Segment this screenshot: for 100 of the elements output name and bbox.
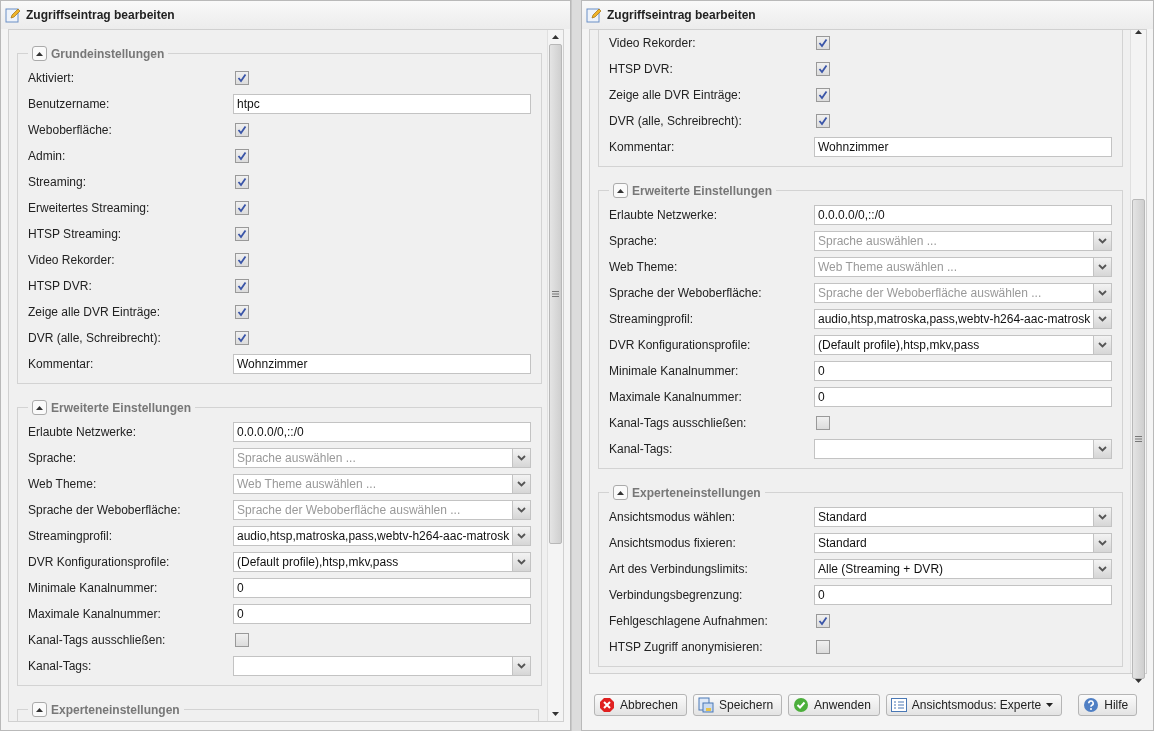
checkbox[interactable] [235, 331, 249, 345]
text-field[interactable]: 0 [814, 585, 1112, 605]
chevron-down-icon [1098, 264, 1107, 270]
field-label: Kanal-Tags: [609, 442, 674, 456]
checkbox[interactable] [235, 201, 249, 215]
scroll-thumb[interactable] [1132, 199, 1145, 679]
dropdown-field[interactable] [814, 439, 1112, 459]
field-label: Weboberfläche: [28, 123, 113, 137]
toolbar-button[interactable]: Hilfe [1078, 694, 1138, 716]
field-label: Kanal-Tags ausschließen: [28, 633, 167, 647]
checkbox[interactable] [235, 71, 249, 85]
dropdown-field[interactable]: (Default profile),htsp,mkv,pass [233, 552, 531, 572]
field-label: Zeige alle DVR Einträge: [609, 88, 743, 102]
checkbox[interactable] [816, 614, 830, 628]
checkbox[interactable] [235, 123, 249, 137]
checkbox[interactable] [816, 416, 830, 430]
field-label: Fehlgeschlagene Aufnahmen: [609, 614, 769, 628]
field-label: Sprache: [28, 451, 78, 465]
toolbar-button[interactable]: Abbrechen [594, 694, 688, 716]
chevron-down-icon [517, 455, 526, 461]
field-label: Zeige alle DVR Einträge: [28, 305, 162, 319]
text-field[interactable]: 0.0.0.0/0,::/0 [814, 205, 1112, 225]
text-field[interactable]: 0 [233, 604, 531, 624]
field-label: Verbindungsbegrenzung: [609, 588, 744, 602]
scroll-down-icon[interactable] [552, 712, 559, 716]
checkbox[interactable] [235, 305, 249, 319]
chevron-down-icon [1098, 446, 1107, 452]
pencil-icon [586, 7, 602, 23]
field-label: Sprache der Weboberfläche: [28, 503, 182, 517]
checkbox[interactable] [235, 175, 249, 189]
collapse-toggle[interactable] [32, 702, 47, 717]
field-label: Web Theme: [609, 260, 679, 274]
toolbar-button[interactable]: Anwenden [788, 694, 880, 716]
field-label: Streaming: [28, 175, 88, 189]
dropdown-field[interactable]: Standard [814, 533, 1112, 553]
text-field[interactable]: htpc [233, 94, 531, 114]
checkbox[interactable] [235, 253, 249, 267]
checkbox[interactable] [816, 62, 830, 76]
checkbox[interactable] [235, 149, 249, 163]
dropdown-field[interactable]: audio,htsp,matroska,pass,webtv-h264-aac-matrosk [814, 309, 1112, 329]
field-label: HTSP DVR: [28, 279, 93, 293]
chevron-down-icon [1098, 566, 1107, 572]
window-title: Zugriffseintrag bearbeiten [26, 8, 175, 22]
window-title: Zugriffseintrag bearbeiten [607, 8, 756, 22]
text-field[interactable]: 0 [233, 578, 531, 598]
field-label: Kommentar: [609, 140, 676, 154]
toolbar-button[interactable]: Speichern [693, 694, 783, 716]
toolbar-button[interactable]: Ansichtsmodus: Experte [885, 694, 1063, 716]
scroll-thumb[interactable] [549, 44, 562, 544]
field-label: Video Rekorder: [28, 253, 116, 267]
chevron-down-icon [517, 663, 526, 669]
triangle-up-icon [617, 490, 624, 495]
checkbox[interactable] [816, 114, 830, 128]
checkbox[interactable] [816, 640, 830, 654]
collapse-toggle[interactable] [32, 400, 47, 415]
collapse-toggle[interactable] [32, 46, 47, 61]
dropdown-field[interactable]: Alle (Streaming + DVR) [814, 559, 1112, 579]
checkbox[interactable] [235, 633, 249, 647]
text-field[interactable]: 0.0.0.0/0,::/0 [233, 422, 531, 442]
checkbox[interactable] [235, 279, 249, 293]
field-label: Benutzername: [28, 97, 111, 111]
section-title: Erweiterte Einstellungen [632, 183, 773, 198]
chevron-down-icon [1098, 316, 1107, 322]
text-field[interactable]: Wohnzimmer [233, 354, 531, 374]
field-label: Erlaubte Netzwerke: [28, 425, 138, 439]
text-field[interactable]: Wohnzimmer [814, 137, 1112, 157]
dropdown-field[interactable]: (Default profile),htsp,mkv,pass [814, 335, 1112, 355]
field-label: DVR (alle, Schreibrecht): [609, 114, 743, 128]
field-label: HTSP Zugriff anonymisieren: [609, 640, 764, 654]
chevron-down-icon [1098, 342, 1107, 348]
checkbox[interactable] [816, 88, 830, 102]
chevron-down-icon [517, 507, 526, 513]
chevron-down-icon [517, 559, 526, 565]
dropdown-field[interactable] [233, 656, 531, 676]
field-label: DVR Konfigurationsprofile: [28, 555, 171, 569]
scrollbar[interactable] [547, 30, 563, 721]
field-label: Erweitertes Streaming: [28, 201, 151, 215]
text-field[interactable]: 0 [814, 361, 1112, 381]
section-title: Erweiterte Einstellungen [51, 400, 192, 415]
field-label: Maximale Kanalnummer: [28, 607, 162, 621]
field-label: Sprache der Weboberfläche: [609, 286, 763, 300]
collapse-toggle[interactable] [613, 485, 628, 500]
caret-icon [1046, 703, 1054, 707]
collapse-toggle[interactable] [613, 183, 628, 198]
save-icon [698, 697, 715, 713]
chevron-down-icon [1098, 290, 1107, 296]
field-label: Kanal-Tags ausschließen: [609, 416, 748, 430]
field-label: Art des Verbindungslimits: [609, 562, 749, 576]
chevron-down-icon [1098, 514, 1107, 520]
field-label: Video Rekorder: [609, 36, 697, 50]
checkbox[interactable] [235, 227, 249, 241]
dropdown-field[interactable]: Standard [814, 507, 1112, 527]
field-label: Minimale Kanalnummer: [609, 364, 740, 378]
triangle-up-icon [36, 707, 43, 712]
text-field[interactable]: 0 [814, 387, 1112, 407]
field-label: Minimale Kanalnummer: [28, 581, 159, 595]
dropdown-field[interactable]: audio,htsp,matroska,pass,webtv-h264-aac-matrosk [233, 526, 531, 546]
cancel-icon [599, 697, 615, 713]
triangle-up-icon [36, 405, 43, 410]
checkbox[interactable] [816, 36, 830, 50]
